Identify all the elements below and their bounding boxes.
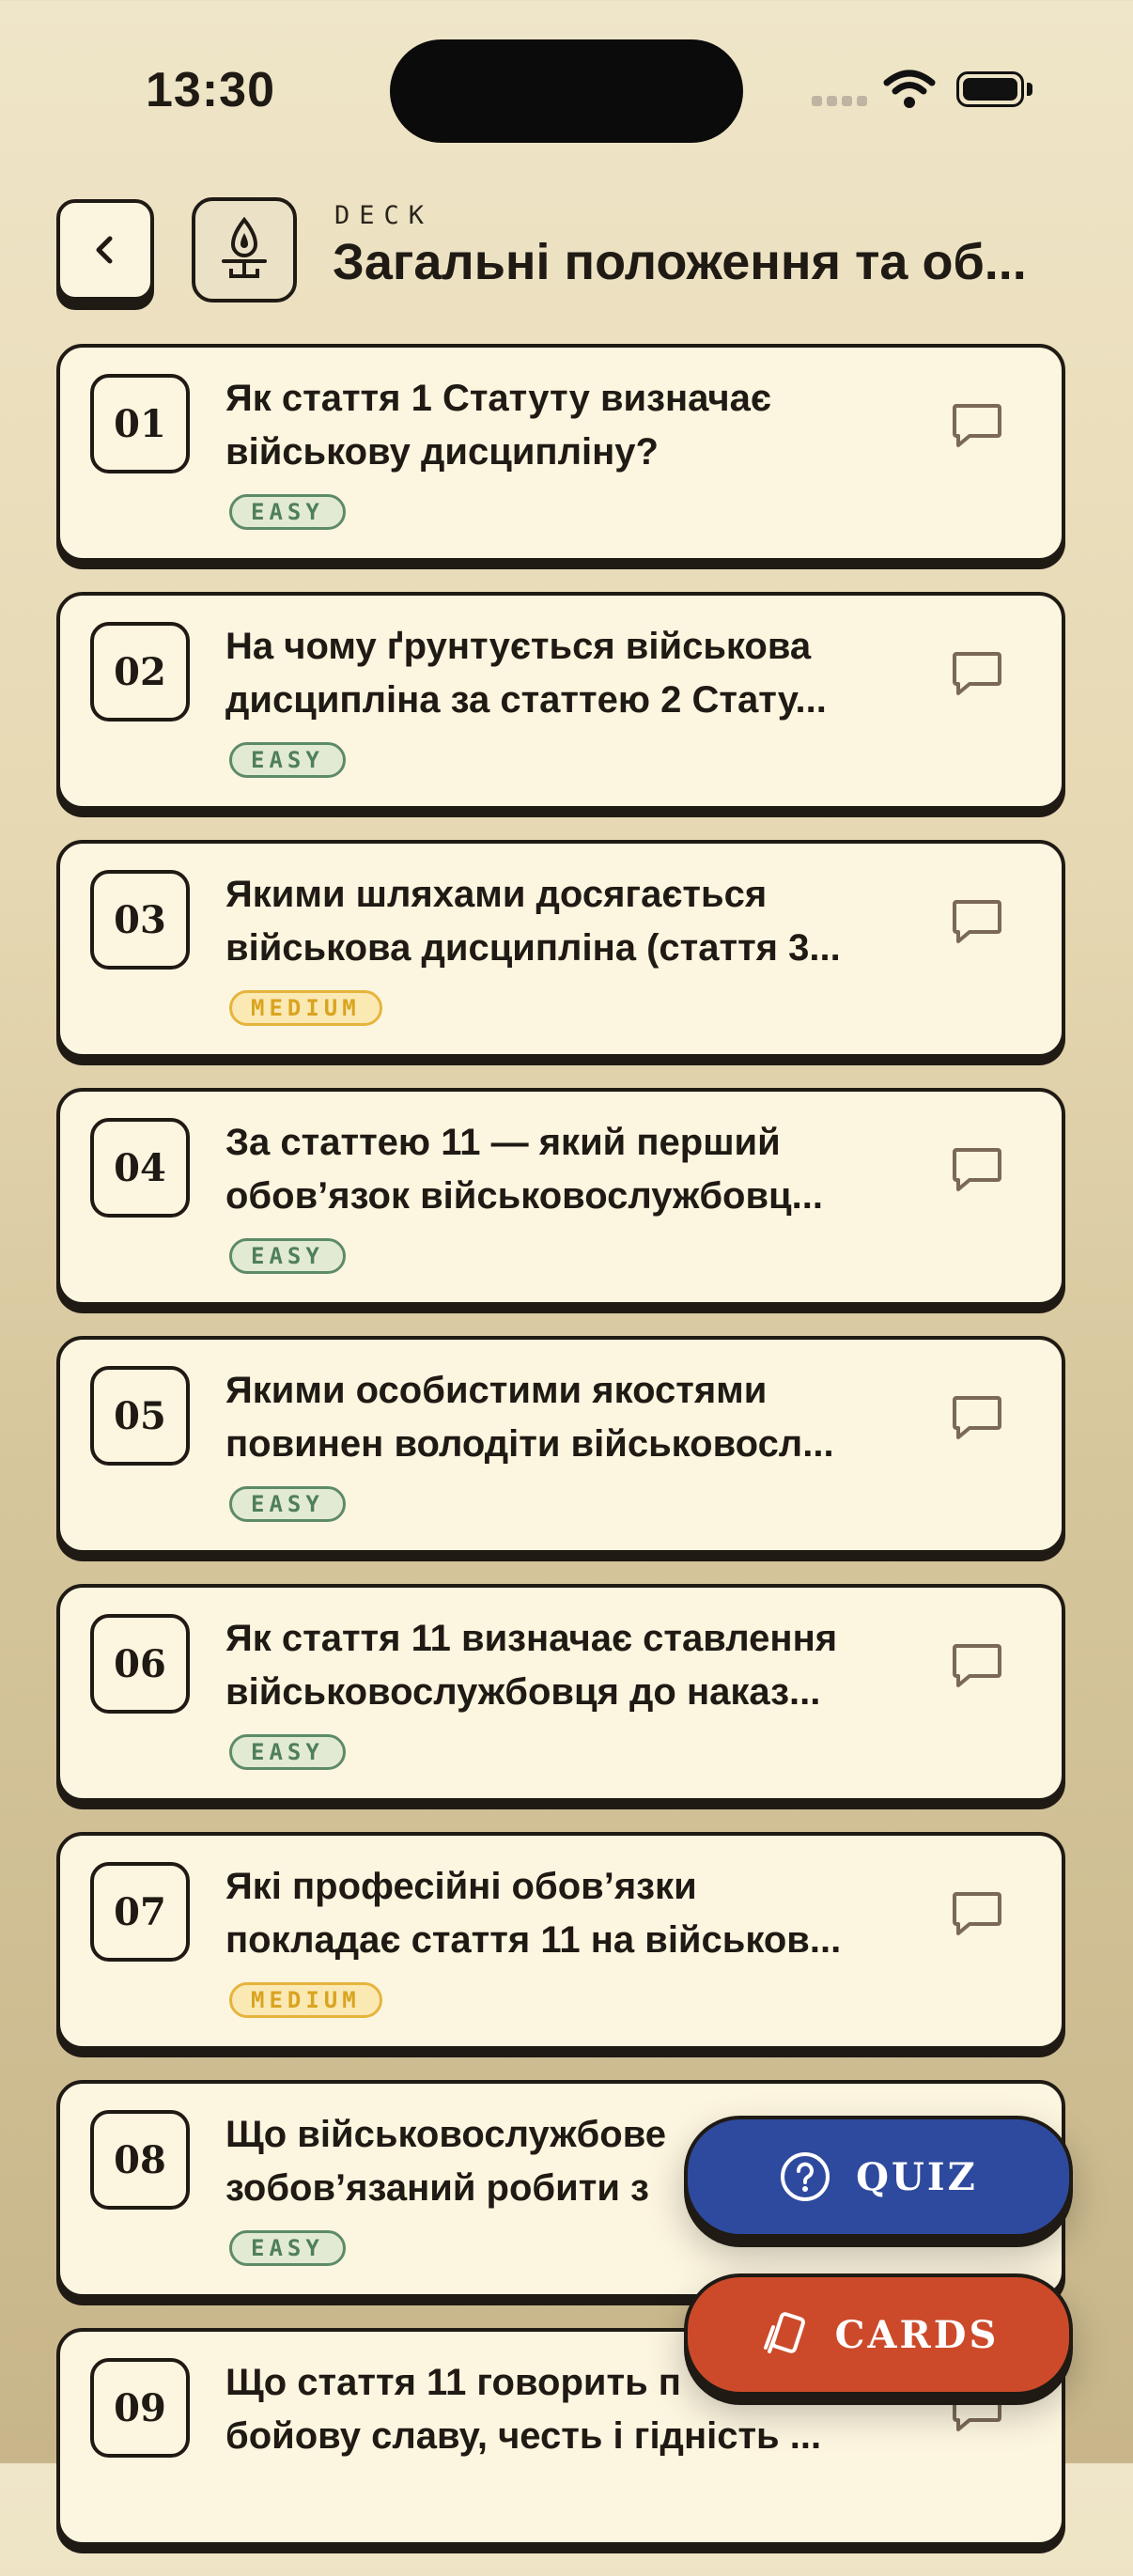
status-time: 13:30 [146, 63, 275, 117]
question-text: За статтею 11 — який перший обовʼязок вій… [225, 1116, 846, 1223]
difficulty-badge: EASY [229, 494, 346, 530]
question-line: За статтею 11 — який перший [225, 1122, 781, 1163]
chevron-left-icon [96, 236, 113, 264]
question-number: 04 [90, 1118, 190, 1218]
battery-icon [956, 71, 1033, 109]
wifi-icon [883, 70, 936, 108]
deck-icon-tile [192, 197, 297, 303]
question-line: Як стаття 1 Статуту визначає [225, 378, 771, 419]
question-card[interactable]: 06 Як стаття 11 визначає ставлення військо… [56, 1584, 1065, 1802]
question-text: Як стаття 11 визначає ставлення військово… [225, 1612, 846, 1719]
question-number: 06 [90, 1614, 190, 1714]
question-text: Які професійні обовʼязки покладає стаття … [225, 1860, 846, 1967]
question-number: 01 [90, 374, 190, 473]
question-line: бойову славу, честь і гідність ... [225, 2415, 822, 2457]
quiz-label: QUIZ [856, 2154, 978, 2199]
question-card[interactable]: 07 Які професійні обовʼязки покладає статт… [56, 1832, 1065, 2050]
cards-button[interactable]: CARDS [684, 2273, 1073, 2396]
dynamic-island [390, 39, 743, 143]
comment-icon[interactable] [951, 1146, 1003, 1195]
difficulty-badge: EASY [229, 1734, 346, 1770]
question-text: Якими особистими якостями повинен володіт… [225, 1364, 846, 1471]
cards-label: CARDS [834, 2312, 1000, 2357]
question-text: Як стаття 1 Статуту визначає військову ди… [225, 372, 846, 479]
question-card[interactable]: 02 На чому ґрунтується військова дисциплін… [56, 592, 1065, 810]
difficulty-badge: EASY [229, 742, 346, 778]
difficulty-badge: EASY [229, 1238, 346, 1274]
deck-label: DECK [334, 201, 434, 230]
comment-icon[interactable] [951, 1890, 1003, 1939]
question-number: 05 [90, 1366, 190, 1466]
question-line: покладає стаття 11 на військов... [225, 1919, 842, 1961]
question-text: Якими шляхами досягається військова дисци… [225, 868, 846, 975]
question-line: військову дисципліну? [225, 431, 659, 473]
back-button[interactable] [56, 199, 154, 301]
question-card[interactable]: 05 Якими особистими якостями повинен волод… [56, 1336, 1065, 1554]
signal-icon [812, 96, 868, 109]
question-card[interactable]: 03 Якими шляхами досягається військова дис… [56, 840, 1065, 1058]
question-number: 02 [90, 622, 190, 722]
quiz-button[interactable]: QUIZ [684, 2116, 1073, 2238]
lamp-icon [222, 216, 267, 278]
comment-icon[interactable] [951, 650, 1003, 699]
difficulty-badge: EASY [229, 1486, 346, 1522]
question-number: 03 [90, 870, 190, 970]
deck-title: Загальні положення та об... [333, 234, 1027, 290]
question-number: 08 [90, 2110, 190, 2210]
comment-icon[interactable] [951, 402, 1003, 451]
question-line: повинен володіти військовосл... [225, 1423, 834, 1465]
question-line: На чому ґрунтується військова [225, 626, 812, 667]
question-number: 09 [90, 2358, 190, 2458]
question-line: Якими особистими якостями [225, 1370, 768, 1411]
question-line: Як стаття 11 визначає ставлення [225, 1618, 838, 1659]
help-circle-icon [781, 2152, 830, 2201]
question-line: дисципліна за статтею 2 Стату... [225, 679, 827, 721]
question-text: На чому ґрунтується військова дисципліна … [225, 620, 846, 727]
question-line: Які професійні обовʼязки [225, 1866, 697, 1907]
comment-icon[interactable] [951, 898, 1003, 947]
question-number: 07 [90, 1862, 190, 1962]
question-line: військовослужбовця до наказ... [225, 1671, 821, 1713]
difficulty-badge: EASY [229, 2230, 346, 2266]
comment-icon[interactable] [951, 1642, 1003, 1691]
difficulty-badge: MEDIUM [229, 1982, 382, 2018]
cards-icon [763, 2312, 805, 2353]
question-line: обовʼязок військовослужбовц... [225, 1175, 823, 1217]
comment-icon[interactable] [951, 1394, 1003, 1443]
difficulty-badge: MEDIUM [229, 990, 382, 1026]
question-line: Якими шляхами досягається [225, 874, 768, 915]
question-list: 01 Як стаття 1 Статуту визначає військову … [56, 344, 1065, 2576]
question-card[interactable]: 04 За статтею 11 — який перший обовʼязок в… [56, 1088, 1065, 1306]
question-card[interactable]: 01 Як стаття 1 Статуту визначає військову … [56, 344, 1065, 562]
question-line: військова дисципліна (стаття 3... [225, 927, 841, 969]
